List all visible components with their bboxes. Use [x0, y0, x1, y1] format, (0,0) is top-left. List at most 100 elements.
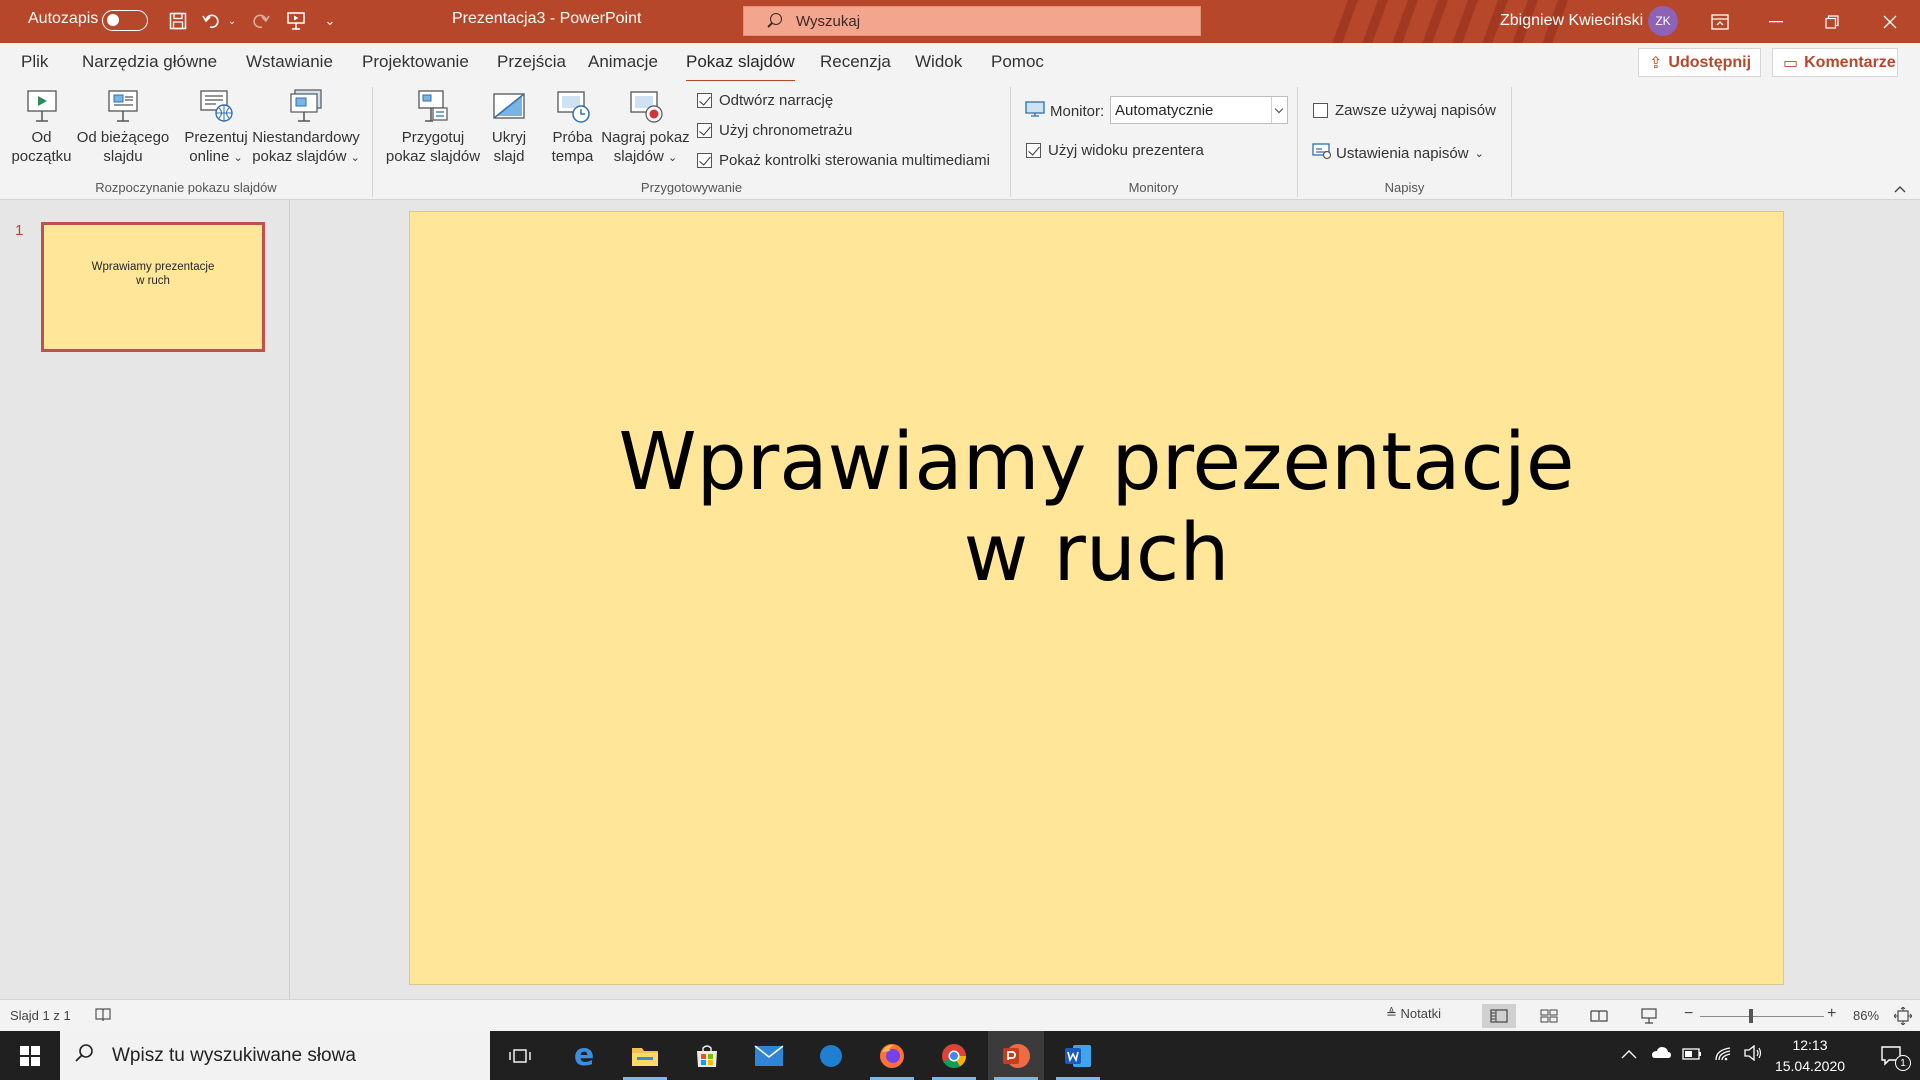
checkbox-checked[interactable]	[697, 123, 712, 138]
chevron-down-icon: ⌄	[233, 152, 243, 164]
clock-time: 12:13	[1792, 1037, 1828, 1053]
spelling-check-icon[interactable]	[94, 1007, 112, 1026]
from-current-line1: Od bieżącego	[76, 129, 170, 146]
undo-dropdown-icon[interactable]: ⌄	[225, 8, 239, 34]
user-name[interactable]: Zbigniew Kwieciński	[1500, 12, 1643, 30]
play-narrations-checkbox[interactable]: Odtwórz narrację	[697, 92, 833, 109]
setup-slide-show-button[interactable]: Przygotuj pokaz slajdów	[383, 81, 483, 166]
tab-animations[interactable]: Animacje	[588, 52, 658, 72]
from-beginning-button[interactable]: Od początku	[4, 81, 79, 166]
zoom-slider-thumb[interactable]	[1749, 1009, 1753, 1023]
zoom-slider[interactable]	[1700, 1016, 1824, 1017]
mail-icon[interactable]	[741, 1031, 797, 1080]
ribbon-display-options-icon[interactable]	[1692, 0, 1748, 43]
group-separator	[1511, 87, 1512, 197]
slide-canvas[interactable]: Wprawiamy prezentacje w ruch	[409, 211, 1784, 985]
record-slide-show-button[interactable]: Nagraj pokaz slajdów ⌄	[599, 81, 692, 168]
always-use-subtitles-checkbox[interactable]: Zawsze używaj napisów	[1313, 102, 1496, 119]
taskbar-search[interactable]: Wpisz tu wyszukiwane słowa	[60, 1031, 490, 1080]
task-view-icon[interactable]	[492, 1031, 548, 1080]
tab-help[interactable]: Pomoc	[991, 52, 1044, 72]
checkbox-unchecked[interactable]	[1313, 103, 1328, 118]
present-online-icon	[198, 88, 234, 124]
taskbar: Wpisz tu wyszukiwane słowa e 12:13 15.04…	[0, 1031, 1920, 1080]
setup-show-line2: pokaz slajdów	[385, 148, 481, 165]
hide-slide-button[interactable]: Ukryj slajd	[484, 81, 534, 166]
fit-to-window-icon[interactable]	[1893, 1006, 1913, 1028]
use-timings-checkbox[interactable]: Użyj chronometrażu	[697, 122, 852, 139]
presenter-view-checkbox[interactable]: Użyj widoku prezentera	[1026, 142, 1204, 159]
slideshow-view-icon[interactable]	[1632, 1004, 1666, 1028]
group-label-captions: Napisy	[1384, 180, 1425, 195]
notes-button[interactable]: ≜ Notatki	[1386, 1006, 1441, 1022]
notes-icon: ≜	[1386, 1006, 1397, 1021]
avatar[interactable]: ZK	[1648, 6, 1678, 36]
reading-view-icon[interactable]	[1582, 1004, 1616, 1028]
record-icon	[628, 88, 664, 124]
tab-slide-show[interactable]: Pokaz slajdów	[686, 52, 795, 83]
zoom-in-icon[interactable]: +	[1827, 1005, 1836, 1023]
customize-toolbar-icon[interactable]: ⌄	[318, 8, 342, 34]
zoom-out-icon[interactable]: −	[1684, 1005, 1693, 1023]
autosave-toggle[interactable]	[102, 10, 148, 31]
chevron-up-icon[interactable]	[1621, 1046, 1637, 1063]
zoom-level[interactable]: 86%	[1853, 1008, 1879, 1023]
edge-icon[interactable]: e	[556, 1031, 612, 1080]
onedrive-icon[interactable]	[1650, 1045, 1672, 1063]
play-narrations-label: Odtwórz narrację	[719, 92, 834, 109]
save-icon[interactable]	[163, 8, 193, 34]
compass-app-icon[interactable]	[803, 1031, 859, 1080]
collapse-ribbon-icon[interactable]	[1894, 182, 1906, 196]
slide-thumbnail[interactable]: Wprawiamy prezentacje w ruch	[41, 222, 265, 352]
battery-icon[interactable]	[1682, 1047, 1702, 1064]
custom-slide-show-button[interactable]: Niestandardowy pokaz slajdów ⌄	[250, 81, 362, 168]
share-button[interactable]: ⇪ Udostępnij	[1638, 48, 1761, 77]
wifi-icon[interactable]	[1714, 1044, 1734, 1066]
normal-view-icon[interactable]	[1482, 1004, 1516, 1028]
slide-title[interactable]: Wprawiamy prezentacje w ruch	[410, 417, 1783, 599]
checkbox-checked[interactable]	[697, 93, 712, 108]
redo-icon[interactable]	[246, 8, 274, 34]
start-slideshow-icon[interactable]	[282, 8, 310, 34]
system-clock[interactable]: 12:13 15.04.2020	[1770, 1035, 1850, 1077]
monitor-label: Monitor:	[1050, 102, 1105, 120]
rehearse-timings-button[interactable]: Próba tempa	[545, 81, 600, 166]
windows-start-icon[interactable]	[2, 1031, 58, 1080]
present-online-line1: Prezentuj	[184, 129, 248, 146]
taskbar-search-placeholder: Wpisz tu wyszukiwane słowa	[112, 1044, 356, 1066]
word-icon[interactable]	[1050, 1031, 1106, 1080]
notification-center-icon[interactable]: 1	[1864, 1031, 1920, 1080]
undo-icon[interactable]	[199, 8, 225, 34]
search-box[interactable]: Wyszukaj	[743, 6, 1201, 36]
slide-sorter-icon[interactable]	[1532, 1004, 1566, 1028]
microsoft-store-icon[interactable]	[679, 1031, 735, 1080]
tab-view[interactable]: Widok	[915, 52, 962, 72]
tab-review[interactable]: Recenzja	[820, 52, 891, 72]
custom-show-line2: pokaz slajdów	[252, 148, 347, 165]
show-media-controls-checkbox[interactable]: Pokaż kontrolki sterowania multimediami	[697, 152, 990, 169]
present-online-button[interactable]: Prezentuj online ⌄	[180, 81, 252, 168]
subtitle-settings-label: Ustawienia napisów	[1336, 144, 1469, 162]
minimize-icon[interactable]	[1748, 0, 1804, 43]
monitor-select[interactable]: Automatycznie	[1110, 96, 1288, 124]
powerpoint-icon[interactable]	[988, 1031, 1044, 1080]
firefox-icon[interactable]	[864, 1031, 920, 1080]
close-icon[interactable]	[1862, 0, 1918, 43]
file-explorer-icon[interactable]	[617, 1031, 673, 1080]
volume-icon[interactable]	[1743, 1044, 1763, 1065]
restore-icon[interactable]	[1804, 0, 1860, 43]
checkbox-checked[interactable]	[697, 153, 712, 168]
comments-button[interactable]: ▭ Komentarze	[1772, 48, 1898, 77]
subtitle-settings-button[interactable]: Ustawienia napisów ⌄	[1312, 142, 1484, 164]
chevron-down-icon[interactable]	[1271, 97, 1287, 123]
show-media-controls-label: Pokaż kontrolki sterowania multimediami	[719, 152, 990, 169]
tab-transitions[interactable]: Przejścia	[497, 52, 566, 72]
tab-design[interactable]: Projektowanie	[362, 52, 469, 72]
checkbox-checked[interactable]	[1026, 143, 1041, 158]
tab-home[interactable]: Narzędzia główne	[82, 52, 217, 72]
from-current-slide-button[interactable]: Od bieżącego slajdu	[76, 81, 170, 166]
tab-insert[interactable]: Wstawianie	[246, 52, 333, 72]
tab-file[interactable]: Plik	[21, 52, 48, 72]
chrome-icon[interactable]	[926, 1031, 982, 1080]
search-placeholder: Wyszukaj	[796, 12, 861, 30]
